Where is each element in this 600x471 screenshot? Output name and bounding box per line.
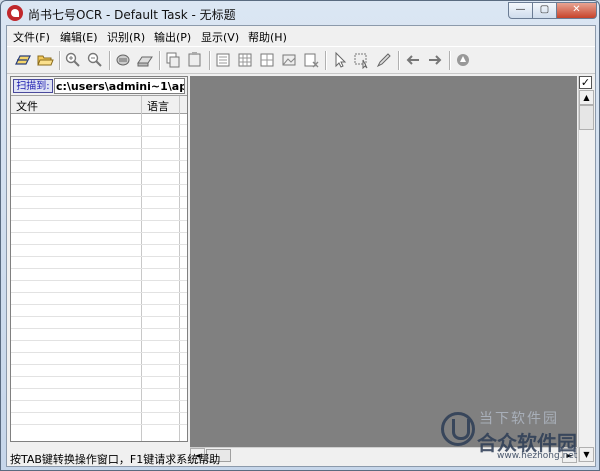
list-row[interactable] (11, 196, 187, 197)
settings-icon[interactable] (454, 51, 472, 69)
list-row[interactable] (11, 268, 187, 269)
menu-bar: 文件(F) 编辑(E) 识别(R) 输出(P) 显示(V) 帮助(H) (7, 26, 595, 45)
list-row[interactable] (11, 244, 187, 245)
list-row[interactable] (11, 316, 187, 317)
zoom-out-icon[interactable] (86, 51, 104, 69)
status-bar: 按TAB键转换操作窗口，F1键请求系统帮助 (7, 449, 220, 466)
list-row[interactable] (11, 340, 187, 341)
watermark: 当下软件园 合众软件园 www.hezhong.net (441, 406, 599, 466)
recognize-icon[interactable] (114, 51, 132, 69)
open-folder-icon[interactable] (36, 51, 54, 69)
layout-grid-icon[interactable] (258, 51, 276, 69)
list-row[interactable] (11, 256, 187, 257)
column-language[interactable]: 语言 (147, 98, 169, 114)
select-region-icon[interactable] (353, 51, 371, 70)
list-row[interactable] (11, 148, 187, 149)
client-area: 文件(F) 编辑(E) 识别(R) 输出(P) 显示(V) 帮助(H) 扫描到:… (6, 25, 596, 467)
app-window: 尚书七号OCR - Default Task - 无标题 — ▢ ✕ 文件(F)… (0, 0, 600, 471)
scan-icon[interactable] (14, 51, 32, 69)
pen-icon[interactable] (375, 51, 393, 69)
maximize-button[interactable]: ▢ (532, 2, 557, 19)
close-button[interactable]: ✕ (556, 2, 597, 19)
title-bar[interactable]: 尚书七号OCR - Default Task - 无标题 — ▢ ✕ (1, 1, 599, 25)
list-row[interactable] (11, 232, 187, 233)
column-file[interactable]: 文件 (16, 98, 38, 114)
watermark-url: www.hezhong.net (497, 451, 578, 461)
list-row[interactable] (11, 352, 187, 353)
list-row[interactable] (11, 424, 187, 425)
list-row[interactable] (11, 172, 187, 173)
scan-to-button[interactable]: 扫描到: (13, 79, 53, 93)
list-row[interactable] (11, 136, 187, 137)
list-row[interactable] (11, 160, 187, 161)
list-row[interactable] (11, 388, 187, 389)
list-row[interactable] (11, 364, 187, 365)
list-row[interactable] (11, 280, 187, 281)
layout-delete-icon[interactable] (302, 51, 320, 69)
list-row[interactable] (11, 328, 187, 329)
list-row[interactable] (11, 400, 187, 401)
watermark-ghost-text: 当下软件园 (479, 411, 559, 427)
menu-view[interactable]: 显示(V) (201, 29, 239, 45)
file-panel: 扫描到: c:\users\admini~1\appd 文件 语言 (10, 76, 188, 442)
layout-table-icon[interactable] (236, 51, 254, 69)
paste-region-icon[interactable] (186, 51, 204, 69)
arrow-left-icon[interactable] (404, 51, 422, 69)
list-row[interactable] (11, 292, 187, 293)
list-row[interactable] (11, 304, 187, 305)
vertical-scrollbar[interactable]: ▲ ▼ (578, 76, 595, 462)
list-row[interactable] (11, 376, 187, 377)
status-text: 按TAB键转换操作窗口，F1键请求系统帮助 (10, 453, 221, 466)
menu-file[interactable]: 文件(F) (13, 29, 50, 45)
arrow-right-icon[interactable] (426, 51, 444, 69)
zoom-in-icon[interactable] (64, 51, 82, 69)
menu-edit[interactable]: 编辑(E) (60, 29, 98, 45)
list-row[interactable] (11, 220, 187, 221)
scan-path-field[interactable]: c:\users\admini~1\appd (54, 78, 185, 94)
image-workspace[interactable] (190, 76, 577, 447)
list-row[interactable] (11, 412, 187, 413)
layout-text-icon[interactable] (214, 51, 232, 69)
toolbar (7, 46, 595, 74)
list-row[interactable] (11, 184, 187, 185)
view-checkbox[interactable]: ✓ (579, 76, 592, 89)
scanner-icon[interactable] (136, 51, 154, 69)
app-logo-icon (7, 5, 23, 21)
pointer-icon[interactable] (331, 51, 349, 69)
copy-region-icon[interactable] (164, 51, 182, 69)
menu-output[interactable]: 输出(P) (154, 29, 191, 45)
menu-recognize[interactable]: 识别(R) (107, 29, 145, 45)
scroll-up-button[interactable]: ▲ (579, 90, 594, 105)
window-title: 尚书七号OCR - Default Task - 无标题 (28, 8, 236, 22)
scan-bar: 扫描到: c:\users\admini~1\appd (11, 77, 187, 96)
scroll-thumb[interactable] (579, 105, 594, 130)
watermark-logo-icon (441, 412, 475, 446)
file-list-header: 文件 语言 (11, 96, 187, 114)
minimize-button[interactable]: — (508, 2, 533, 19)
list-row[interactable] (11, 124, 187, 125)
list-row[interactable] (11, 208, 187, 209)
menu-help[interactable]: 帮助(H) (248, 29, 287, 45)
layout-image-icon[interactable] (280, 51, 298, 69)
